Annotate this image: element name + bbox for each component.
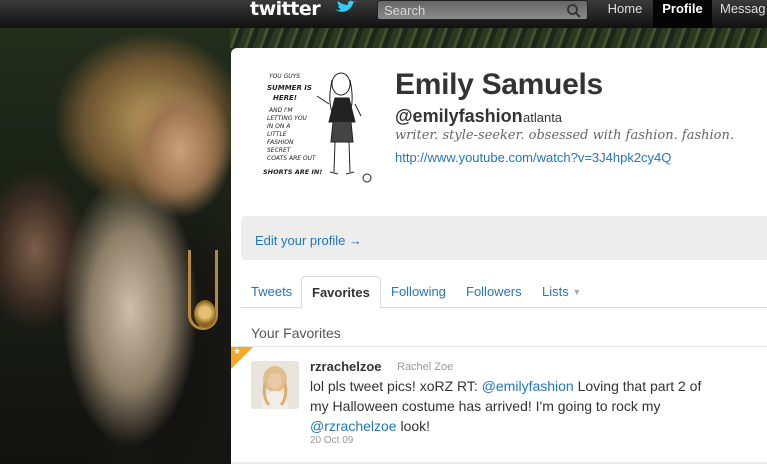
profile-bio: writer. style-seeker. obsessed with fash… xyxy=(395,128,734,143)
nav-messages[interactable]: Messag xyxy=(720,0,767,28)
nav-profile[interactable]: Profile xyxy=(653,0,712,28)
tweet-list-item[interactable]: ★ rzrachelzoe Rachel Zoe lol pls tweet p… xyxy=(231,346,767,462)
profile-avatar[interactable]: YOU GUYS SUMMER IS HERE! AND I'M LETTING… xyxy=(255,60,379,188)
nav-home[interactable]: Home xyxy=(599,0,651,28)
tab-followers[interactable]: Followers xyxy=(466,276,522,308)
avatar-caption-3: HERE! xyxy=(273,94,297,102)
mention-link[interactable]: @rzrachelzoe xyxy=(310,418,397,434)
svg-text:AND I'M: AND I'M xyxy=(268,107,294,114)
chevron-down-icon: ▼ xyxy=(572,287,582,297)
tab-tweets[interactable]: Tweets xyxy=(251,276,292,308)
tweet-username[interactable]: rzrachelzoe xyxy=(310,359,382,374)
tab-favorites[interactable]: Favorites xyxy=(301,276,381,309)
top-navigation-bar: twitter Home Profile Messag xyxy=(0,0,767,28)
tab-following[interactable]: Following xyxy=(391,276,446,308)
profile-location: atlanta xyxy=(523,110,563,125)
edit-profile-link[interactable]: Edit your profile → xyxy=(255,233,362,248)
svg-text:SECRET: SECRET xyxy=(267,147,292,154)
bird-icon[interactable] xyxy=(333,0,357,16)
avatar-caption-1: YOU GUYS xyxy=(269,73,300,80)
tweet-text: lol pls tweet pics! xoRZ RT: @emilyfashi… xyxy=(310,376,710,436)
search-input[interactable] xyxy=(384,2,554,18)
tweet-text-part: lol pls tweet pics! xoRZ RT: xyxy=(310,378,482,394)
svg-text:FASHION: FASHION xyxy=(267,139,294,146)
profile-handle: @emilyfashion xyxy=(395,106,523,126)
profile-panel: YOU GUYS SUMMER IS HERE! AND I'M LETTING… xyxy=(231,48,767,464)
profile-url-link[interactable]: http://www.youtube.com/watch?v=3J4hpk2cy… xyxy=(395,150,671,165)
tweet-realname: Rachel Zoe xyxy=(397,361,454,373)
star-icon[interactable]: ★ xyxy=(233,346,241,357)
tweet-timestamp[interactable]: 20 Oct 09 xyxy=(310,435,353,446)
profile-tabs: Tweets Favorites Following Followers Lis… xyxy=(241,276,767,309)
search-icon[interactable] xyxy=(566,3,582,19)
profile-name: Emily Samuels xyxy=(395,68,603,101)
background-pendant xyxy=(194,300,216,328)
svg-text:LETTING YOU: LETTING YOU xyxy=(267,115,308,122)
search-box[interactable] xyxy=(377,0,588,20)
svg-text:COATS ARE OUT: COATS ARE OUT xyxy=(267,155,317,162)
edit-profile-box: Edit your profile → xyxy=(241,216,767,260)
tab-lists-label: Lists xyxy=(542,284,569,299)
svg-text:LITTLE: LITTLE xyxy=(267,131,287,138)
tab-lists[interactable]: Lists ▼ xyxy=(542,276,581,308)
background-foliage xyxy=(230,28,767,48)
svg-text:IN ON A: IN ON A xyxy=(267,123,290,130)
favorites-heading: Your Favorites xyxy=(251,325,341,341)
twitter-logo[interactable]: twitter xyxy=(250,0,321,20)
avatar-caption-4: SHORTS ARE IN! xyxy=(263,168,322,176)
tweet-text-part: look! xyxy=(396,418,431,434)
mention-link[interactable]: @emilyfashion xyxy=(482,378,574,394)
avatar-caption-2: SUMMER IS xyxy=(267,84,312,92)
tweet-author-avatar[interactable] xyxy=(251,361,299,409)
